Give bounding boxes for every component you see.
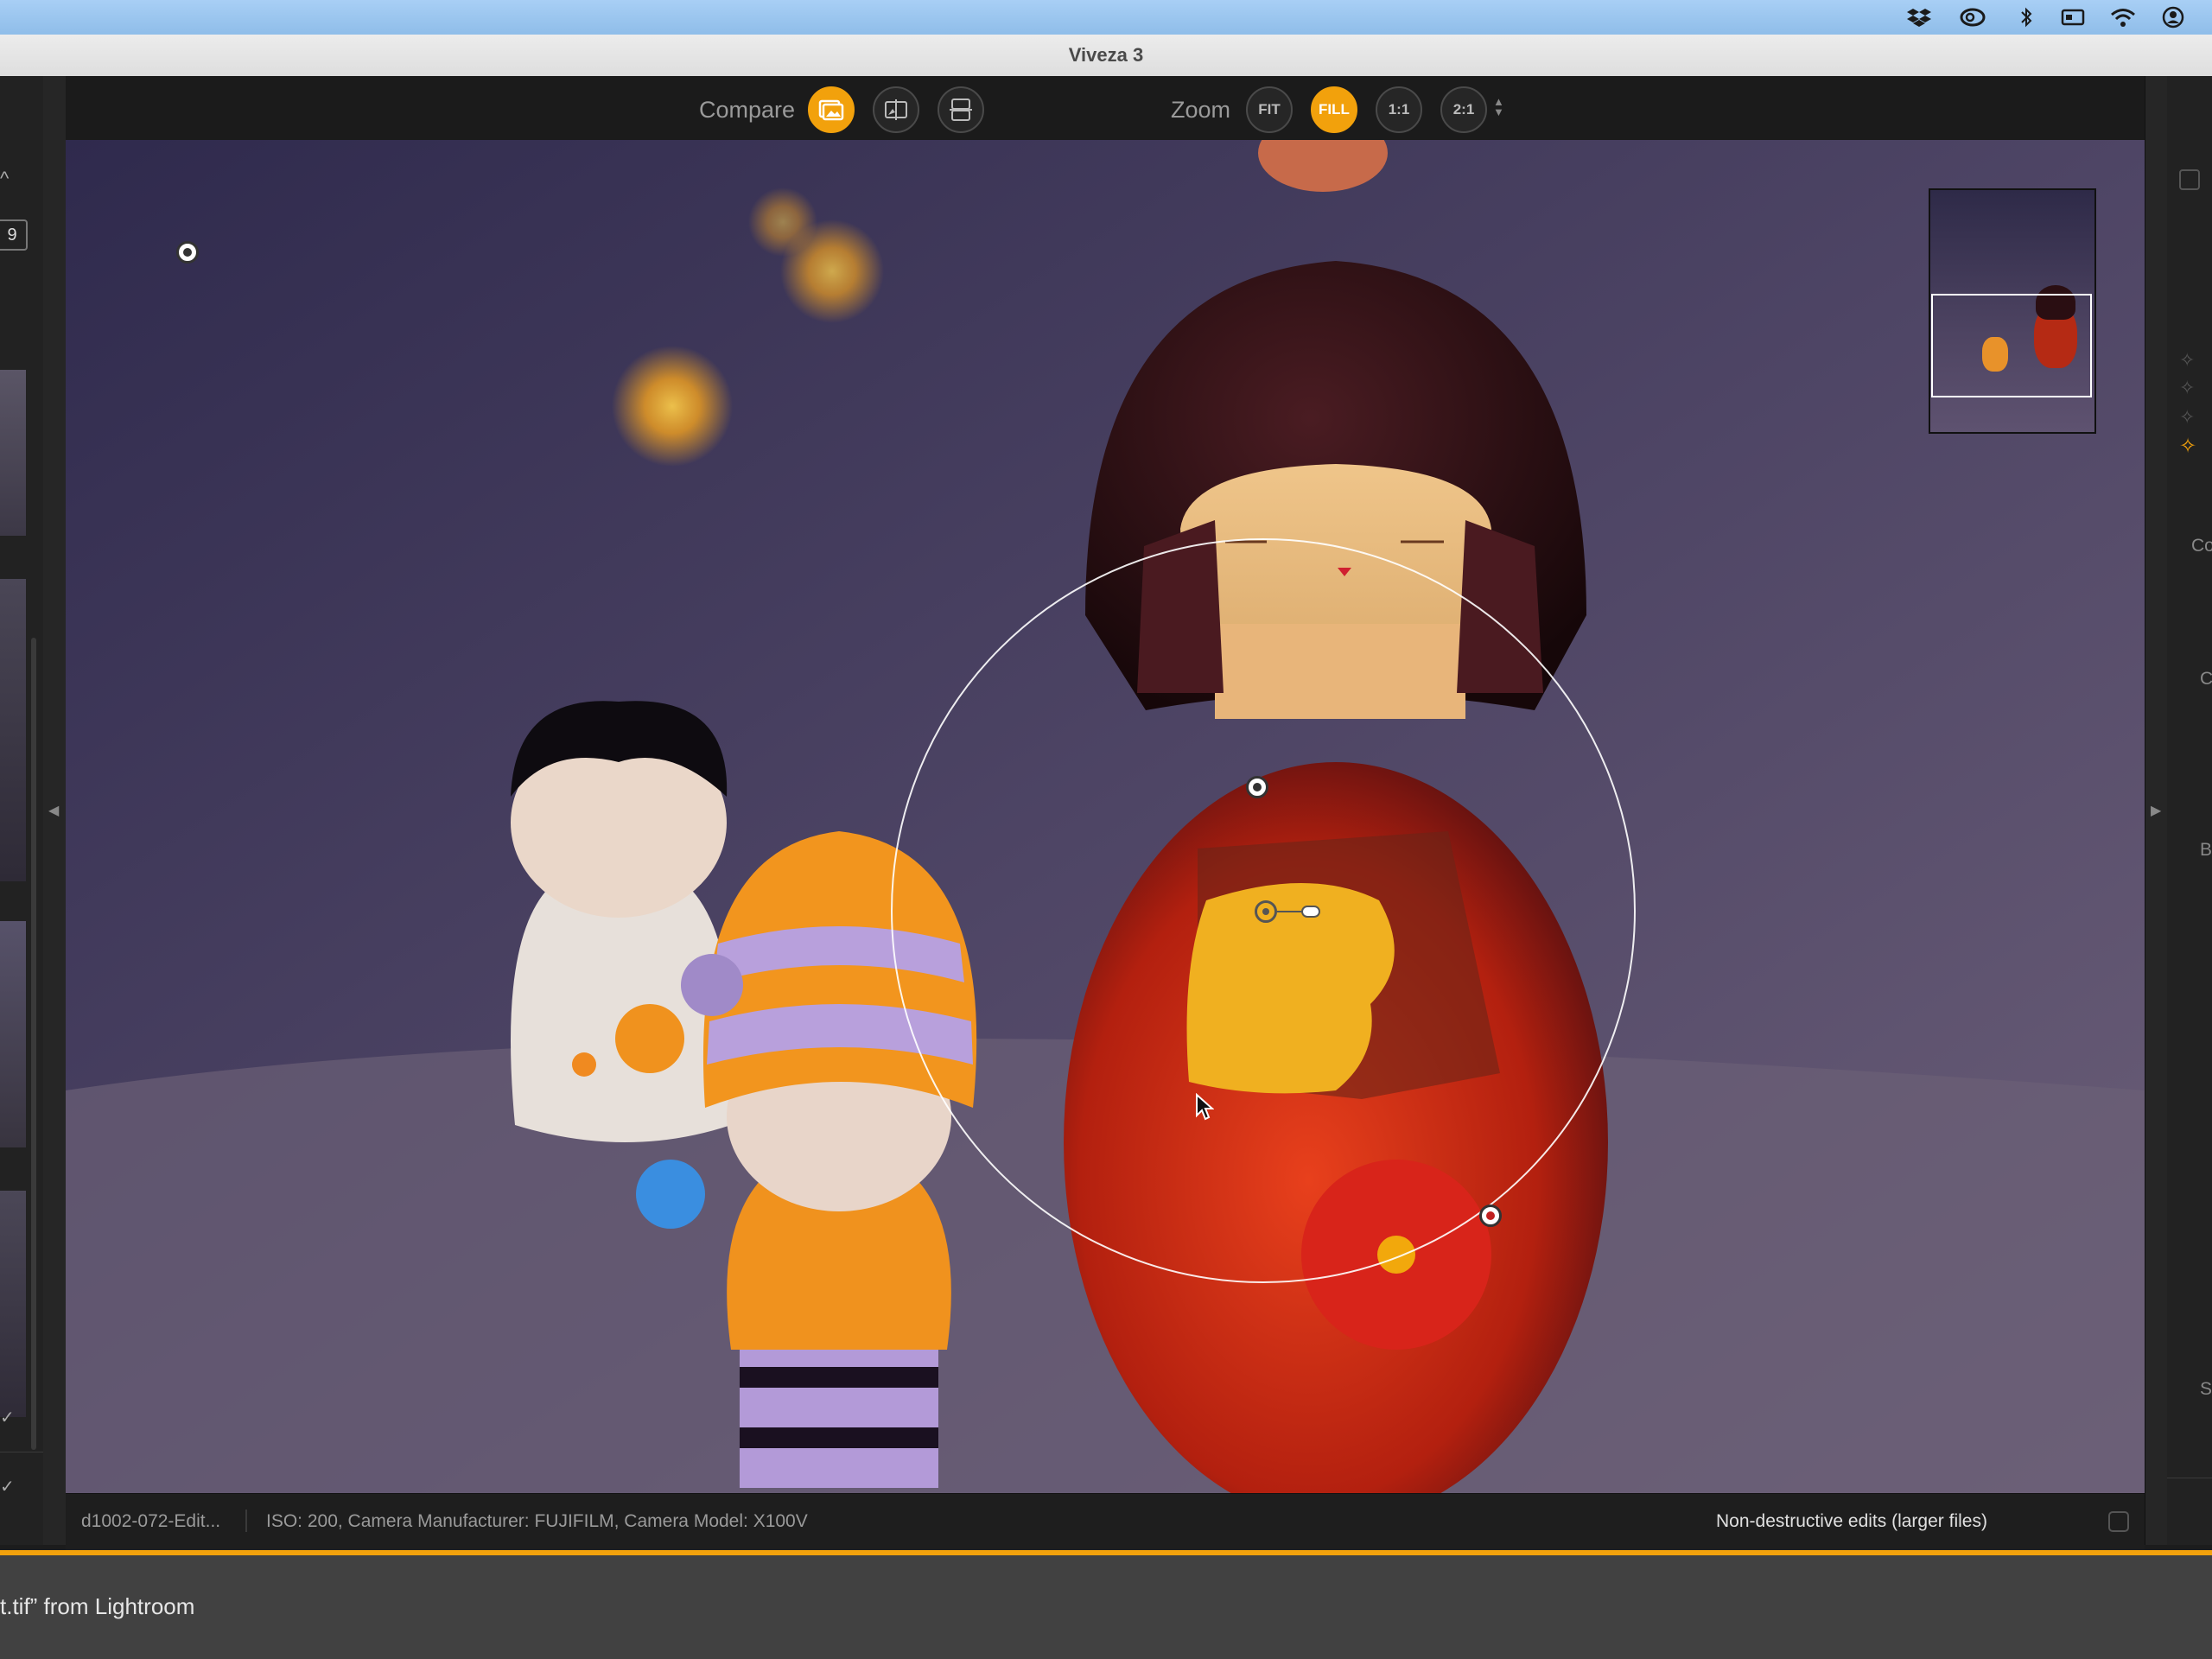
zoom-1-1-button[interactable]: 1:1	[1376, 86, 1422, 133]
preset-thumbnail[interactable]	[0, 921, 26, 1147]
window-title: Viveza 3	[1068, 44, 1144, 66]
non-destructive-checkbox[interactable]	[2108, 1511, 2129, 1532]
toolbar	[66, 76, 2145, 140]
compare-single-view-button[interactable]	[808, 86, 855, 133]
photo	[66, 140, 2145, 1493]
checkmark-icon[interactable]: ✓	[0, 1476, 15, 1497]
navigator-thumbnail[interactable]	[1929, 188, 2096, 434]
zoom-2-1-button[interactable]: 2:1	[1440, 86, 1487, 133]
mouse-cursor-icon	[1196, 1093, 1214, 1121]
panel-label: C	[2200, 669, 2212, 689]
control-point-handle[interactable]	[1479, 1205, 1502, 1227]
collapse-left-icon: ◀	[48, 804, 60, 818]
checkmark-icon[interactable]: ✓	[0, 1407, 15, 1428]
preset-thumbnail[interactable]	[0, 579, 26, 881]
split-view-icon	[885, 99, 907, 120]
compare-label: Compare	[699, 97, 796, 123]
panel-label: B	[2200, 840, 2212, 860]
dropbox-icon[interactable]	[1906, 5, 1932, 29]
notification-bar: t.tif” from Lightroom	[0, 1555, 2212, 1659]
divider	[245, 1510, 247, 1532]
control-point-center[interactable]	[1255, 900, 1277, 923]
zoom-stepper-icon[interactable]: ▲ ▼	[1493, 96, 1504, 118]
wifi-icon[interactable]	[2110, 5, 2136, 29]
left-panel: ^ 9 ✓ ✓	[0, 76, 43, 1545]
collapse-chevron-up-icon[interactable]: ^	[0, 168, 9, 190]
control-point-active-icon[interactable]: ✧	[2179, 434, 2196, 459]
control-point-handle[interactable]	[1246, 776, 1268, 798]
panel-label: Co	[2191, 536, 2212, 556]
filename-label: d1002-072-Edit...	[81, 1511, 221, 1531]
compare-side-by-side-button[interactable]	[938, 86, 984, 133]
collapse-right-icon: ▶	[2151, 804, 2162, 818]
control-point-handle[interactable]	[176, 241, 199, 264]
control-point-icon[interactable]: ✧	[2179, 349, 2195, 372]
checkbox[interactable]	[2179, 169, 2200, 190]
preset-number-field[interactable]: 9	[0, 219, 28, 251]
compare-split-view-button[interactable]	[873, 86, 919, 133]
right-panel: ✧ ✧ ✧ ✧ Co C B S	[2167, 76, 2212, 1545]
control-point-icon[interactable]: ✧	[2179, 406, 2195, 429]
image-icon	[818, 99, 844, 121]
preset-thumbnail[interactable]	[0, 1191, 26, 1417]
window-titlebar: Viveza 3	[0, 35, 2212, 77]
panel-label: S	[2200, 1379, 2212, 1399]
user-account-icon[interactable]	[2160, 5, 2186, 29]
zoom-label: Zoom	[1171, 97, 1231, 123]
size-slider-handle[interactable]	[1301, 906, 1320, 918]
notification-text: t.tif” from Lightroom	[0, 1593, 195, 1619]
right-panel-toggle[interactable]: ▶	[2145, 76, 2168, 1545]
zoom-fit-button[interactable]: FIT	[1246, 86, 1293, 133]
exif-info: ISO: 200, Camera Manufacturer: FUJIFILM,…	[266, 1511, 808, 1531]
status-bar: d1002-072-Edit... ISO: 200, Camera Manuf…	[66, 1493, 2145, 1551]
scrollbar[interactable]	[31, 638, 36, 1450]
navigator-viewport[interactable]	[1931, 294, 2092, 397]
control-point-icon[interactable]: ✧	[2179, 377, 2195, 399]
left-panel-toggle[interactable]: ◀	[43, 76, 67, 1545]
non-destructive-label: Non-destructive edits (larger files)	[1716, 1511, 1987, 1531]
display-icon[interactable]	[2060, 5, 2086, 29]
side-by-side-icon	[950, 99, 972, 121]
preset-thumbnail[interactable]	[0, 370, 26, 536]
size-slider-track	[1277, 911, 1303, 912]
zoom-fill-button[interactable]: FILL	[1311, 86, 1357, 133]
bluetooth-icon[interactable]	[2013, 5, 2039, 29]
image-canvas[interactable]	[66, 140, 2145, 1493]
menubar	[0, 0, 2212, 35]
creative-cloud-icon[interactable]	[1960, 5, 1986, 29]
